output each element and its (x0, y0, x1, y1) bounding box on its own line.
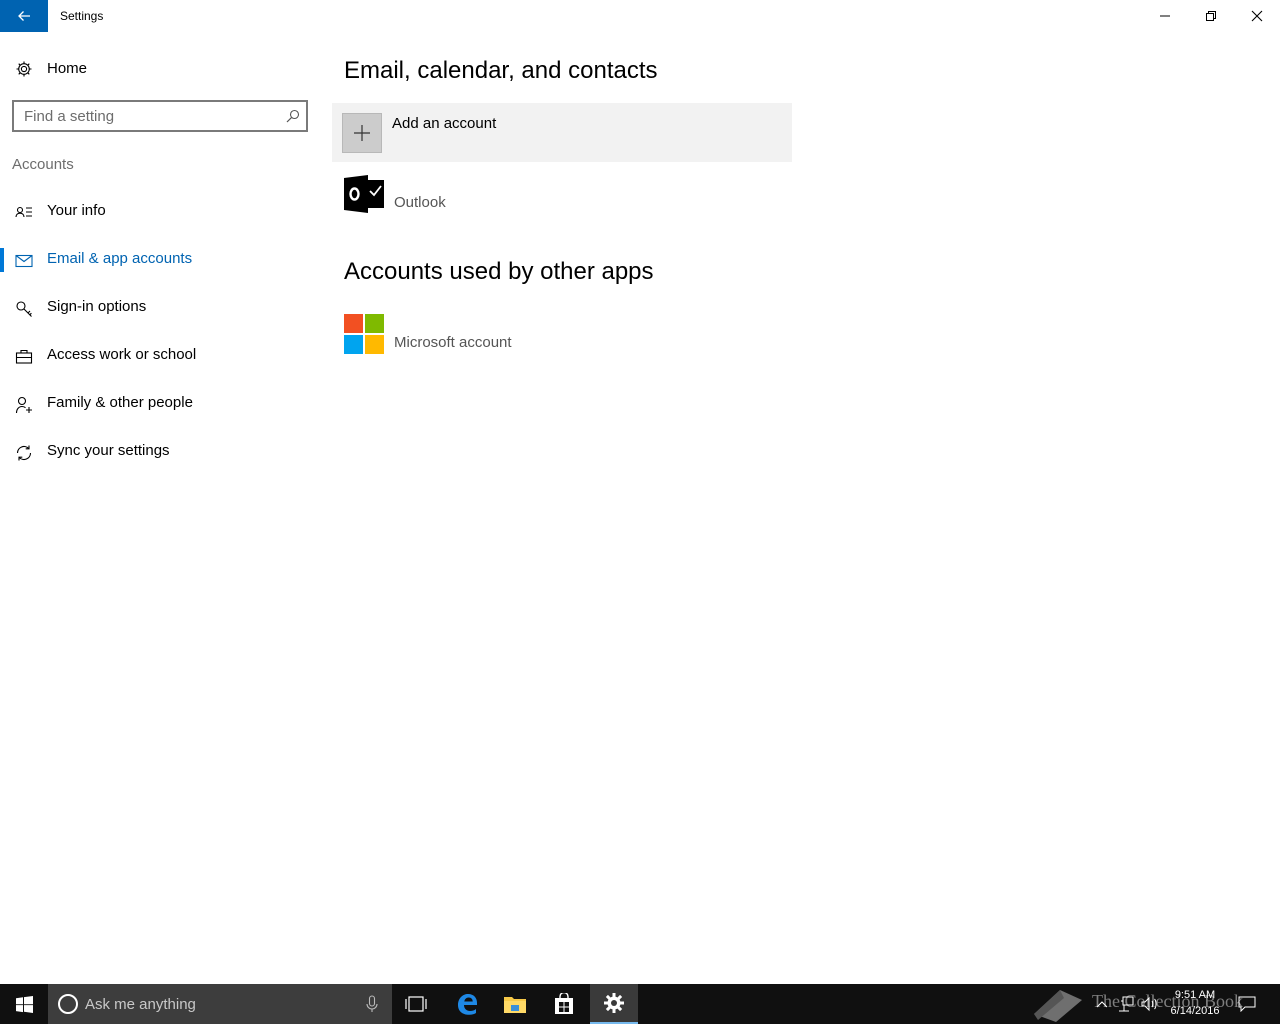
mail-icon (15, 254, 33, 268)
restore-button[interactable] (1188, 0, 1234, 32)
sync-icon (16, 445, 32, 461)
minimize-button[interactable] (1142, 0, 1188, 32)
contact-info-icon (15, 206, 32, 218)
gear-icon (604, 993, 624, 1013)
add-account-label: Add an account (392, 115, 497, 132)
cortana-placeholder: Ask me anything (85, 996, 196, 1013)
windows-logo-icon (15, 995, 33, 1013)
add-account-button[interactable]: Add an account (332, 103, 792, 162)
search-icon[interactable] (286, 109, 300, 123)
email-calendar-contacts-heading: Email, calendar, and contacts (344, 57, 658, 84)
minimize-icon (1160, 15, 1170, 17)
edge-icon (458, 994, 477, 1015)
chevron-up-icon (1096, 1001, 1108, 1008)
action-center-button[interactable] (1234, 984, 1260, 1024)
sidebar-item-label: Family & other people (47, 394, 193, 411)
account-outlook[interactable]: Outlook (344, 174, 644, 218)
close-icon (1251, 10, 1263, 22)
book-icon (1034, 990, 1082, 1022)
volume-button[interactable] (1138, 984, 1162, 1024)
clock[interactable]: 9:51 AM 6/14/2016 (1160, 987, 1230, 1019)
settings-button[interactable] (590, 984, 638, 1024)
store-button[interactable] (540, 984, 588, 1024)
clock-date: 6/14/2016 (1170, 1005, 1220, 1017)
account-microsoft[interactable]: Microsoft account (344, 314, 644, 358)
sidebar-item-family-other-people[interactable]: Family & other people (0, 382, 320, 426)
sidebar-item-label: Email & app accounts (47, 250, 193, 267)
accounts-other-apps-heading: Accounts used by other apps (344, 258, 654, 285)
cortana-icon (58, 994, 78, 1014)
edge-button[interactable] (443, 984, 491, 1024)
nav-home-label: Home (47, 60, 88, 77)
sidebar-item-your-info[interactable]: Your info (0, 190, 320, 234)
sidebar-item-email-app-accounts[interactable]: Email & app accounts (0, 238, 320, 282)
add-person-icon (15, 396, 32, 414)
gear-icon (16, 61, 32, 77)
title-bar: Settings (0, 0, 1280, 32)
notification-icon (1238, 996, 1256, 1012)
sidebar-item-label: Sync your settings (47, 442, 170, 459)
briefcase-icon (15, 349, 33, 364)
task-view-button[interactable] (392, 984, 440, 1024)
taskbar: Ask me anything The Collection Book 9:51… (0, 984, 1280, 1024)
sidebar-item-label: Access work or school (47, 346, 197, 363)
nav-home[interactable]: Home (0, 52, 320, 86)
arrow-left-icon (18, 11, 30, 21)
speaker-icon (1141, 996, 1157, 1012)
sidebar-item-sync-settings[interactable]: Sync your settings (0, 430, 320, 474)
account-label: Outlook (394, 194, 446, 211)
microsoft-logo-icon (344, 314, 384, 354)
sidebar-item-sign-in-options[interactable]: Sign-in options (0, 286, 320, 330)
network-button[interactable] (1114, 984, 1138, 1024)
start-button[interactable] (0, 984, 48, 1024)
window-title: Settings (60, 9, 104, 23)
file-explorer-button[interactable] (491, 984, 539, 1024)
plus-tile (342, 113, 382, 153)
task-view-icon (405, 996, 427, 1012)
close-button[interactable] (1234, 0, 1280, 32)
show-hidden-icons-button[interactable] (1092, 984, 1112, 1024)
store-icon (555, 993, 573, 1014)
section-label-accounts: Accounts (12, 156, 74, 173)
folder-icon (504, 997, 526, 1013)
sidebar-item-label: Sign-in options (47, 298, 147, 315)
cortana-search-box[interactable]: Ask me anything (48, 984, 392, 1024)
outlook-icon (344, 175, 384, 213)
sidebar-item-access-work-school[interactable]: Access work or school (0, 334, 320, 378)
key-icon (16, 301, 32, 317)
find-setting-input[interactable] (24, 106, 274, 126)
back-button[interactable] (0, 0, 48, 32)
restore-icon (1206, 11, 1216, 21)
clock-time: 9:51 AM (1174, 989, 1216, 1001)
plus-icon (354, 125, 370, 141)
network-icon (1119, 996, 1134, 1012)
find-setting-search[interactable] (12, 100, 308, 132)
sidebar-item-label: Your info (47, 202, 106, 219)
account-label: Microsoft account (394, 334, 512, 351)
microphone-icon[interactable] (366, 995, 378, 1013)
selection-indicator (0, 248, 4, 272)
